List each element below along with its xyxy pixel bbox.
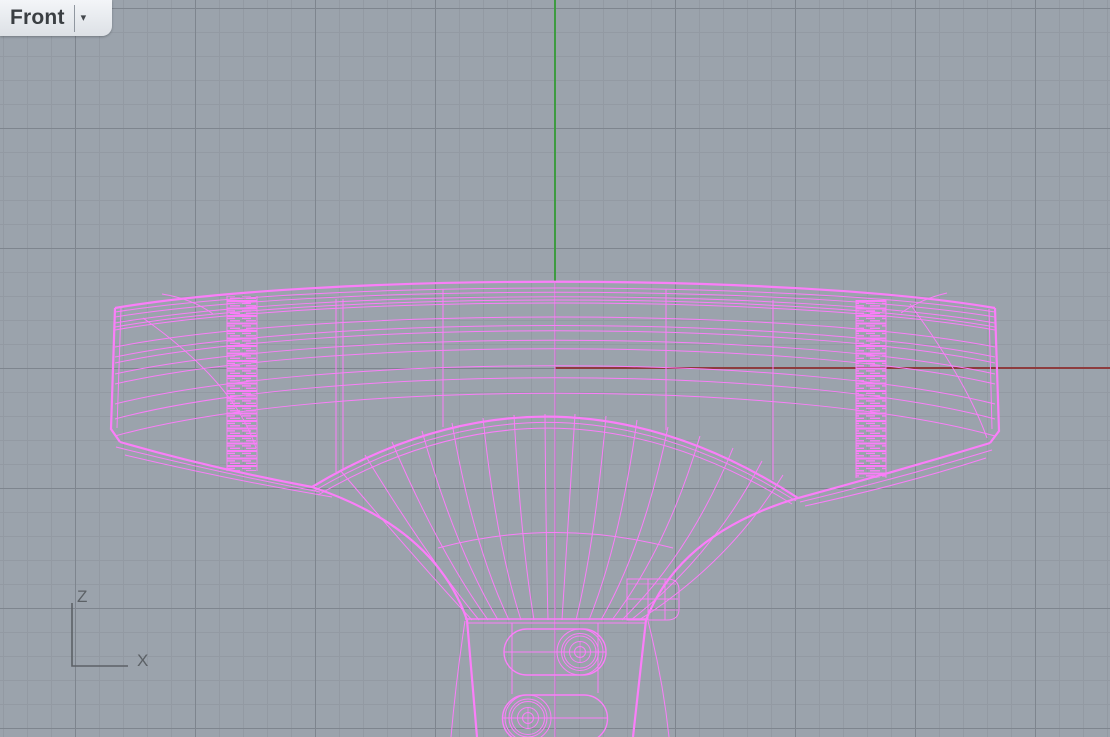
gnomon-z-label: Z	[77, 587, 87, 606]
viewport-title[interactable]: Front	[10, 6, 74, 30]
viewport-canvas[interactable]: Z X	[0, 0, 1110, 737]
chevron-down-icon: ▾	[81, 12, 87, 24]
gnomon-x-label: X	[137, 651, 148, 670]
right-texture-band	[856, 300, 886, 478]
viewport-front[interactable]: Z X Front ▾	[0, 0, 1110, 737]
left-texture-band	[227, 296, 257, 471]
viewport-title-tab: Front ▾	[0, 0, 112, 36]
viewport-menu-button[interactable]: ▾	[75, 0, 94, 36]
